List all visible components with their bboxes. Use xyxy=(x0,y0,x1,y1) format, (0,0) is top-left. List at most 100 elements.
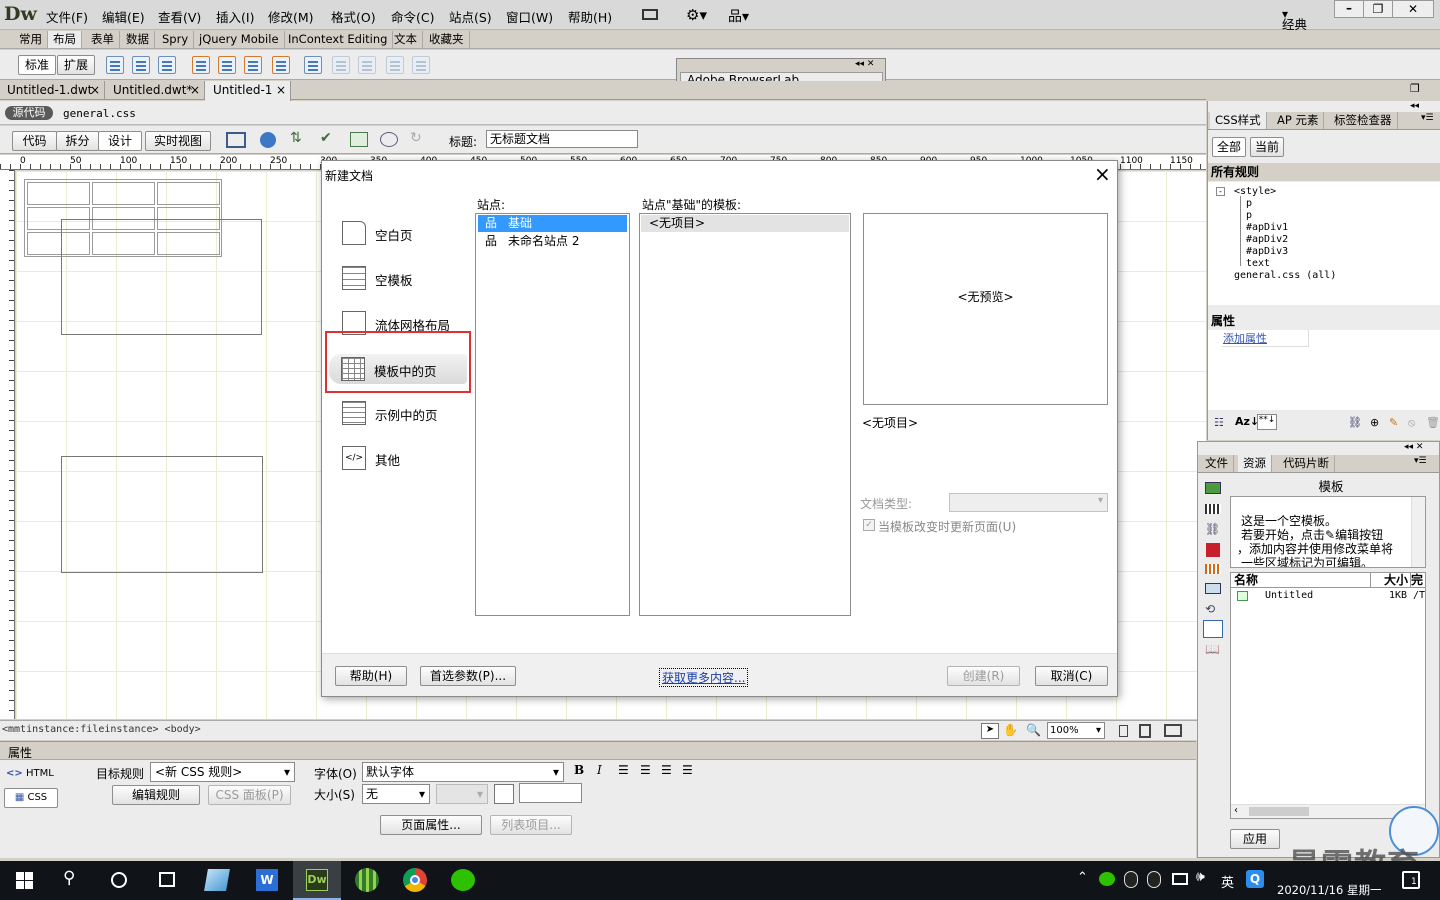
color-input[interactable] xyxy=(519,783,582,803)
help-button[interactable]: 帮助(H) xyxy=(335,666,407,686)
rule-apdiv3[interactable]: #apDiv3 xyxy=(1246,246,1288,258)
menu-view[interactable]: 查看(V) xyxy=(158,7,201,26)
new-css-rule-icon[interactable]: ⊕ xyxy=(1370,416,1379,429)
table-cell[interactable] xyxy=(92,182,155,205)
close-window-button[interactable]: ✕ xyxy=(1392,0,1434,18)
show-category-icon[interactable]: ☷ xyxy=(1214,416,1224,429)
tablet-size-icon[interactable] xyxy=(1139,724,1151,738)
menu-file[interactable]: 文件(F) xyxy=(46,7,88,26)
file-management-icon[interactable]: ⇅ xyxy=(290,130,302,146)
taskbar-app-chrome[interactable] xyxy=(403,868,427,892)
tab-files[interactable]: 文件 xyxy=(1200,455,1234,472)
css-mode-button[interactable]: ▦ CSS xyxy=(4,788,58,808)
tree-expander[interactable]: - xyxy=(1216,187,1225,196)
insert-spry-tabbed-icon[interactable] xyxy=(218,56,236,74)
align-center-icon[interactable]: ☰ xyxy=(640,763,651,777)
hand-tool-icon[interactable]: ✋ xyxy=(1003,723,1018,737)
disable-rule-icon[interactable]: ⦸ xyxy=(1408,416,1415,430)
notification-icon[interactable]: 1 xyxy=(1402,871,1420,889)
panel-options-icon[interactable]: ▾☰ xyxy=(1414,456,1427,466)
menu-site[interactable]: 站点(S) xyxy=(449,7,492,26)
menu-modify[interactable]: 修改(M) xyxy=(268,7,314,26)
add-property-link[interactable]: 添加属性 xyxy=(1222,330,1309,347)
taskbar-date[interactable]: 2020/11/16 星期一 xyxy=(1277,882,1381,898)
taskbar-app-wechat[interactable] xyxy=(451,869,475,891)
layout-icon[interactable] xyxy=(642,9,658,20)
insert-div-icon[interactable] xyxy=(106,56,124,74)
tag-selector[interactable]: <mmtinstance:fileinstance> <body> xyxy=(2,724,201,735)
expanded-mode-button[interactable]: 扩展 xyxy=(57,55,95,75)
sites-list[interactable]: 品基础 品未命名站点 2 xyxy=(475,213,630,616)
urls-asset-icon[interactable]: ⛓ xyxy=(1205,522,1220,536)
panel-collapse-icon[interactable]: ◂◂ xyxy=(1410,101,1419,111)
doc-tab-untitled-dwt[interactable]: Untitled.dwt* × xyxy=(105,81,205,100)
doc-tab-untitled-1[interactable]: Untitled-1 × xyxy=(205,81,291,101)
split-view-button[interactable]: 拆分 xyxy=(56,131,99,151)
tab-tag-inspector[interactable]: 标签检查器 xyxy=(1329,112,1398,129)
workspace-switcher[interactable]: 经典 ▾ xyxy=(1282,7,1307,32)
desktop-size-icon[interactable] xyxy=(1164,724,1182,737)
align-justify-icon[interactable]: ☰ xyxy=(682,763,693,777)
tab-assets[interactable]: 资源 xyxy=(1238,455,1272,472)
tab-incontext[interactable]: InContext Editing xyxy=(283,31,394,48)
minimize-button[interactable]: – xyxy=(1334,0,1364,18)
menu-window[interactable]: 窗口(W) xyxy=(506,7,553,26)
close-icon[interactable]: × xyxy=(190,81,200,99)
tray-volume-icon[interactable]: 🕪 xyxy=(1196,869,1205,885)
rule-p[interactable]: p xyxy=(1246,198,1252,210)
taskbar-app-dreamweaver[interactable]: Dw xyxy=(293,861,341,900)
taskbar-app-melon[interactable] xyxy=(355,868,379,892)
taskbar-app-word[interactable]: W xyxy=(256,869,278,891)
menu-commands[interactable]: 命令(C) xyxy=(391,7,434,26)
taskbar-app-notepad[interactable] xyxy=(204,869,230,891)
standard-mode-button[interactable]: 标准 xyxy=(18,55,56,75)
update-pages-checkbox[interactable]: ✓ xyxy=(863,519,875,531)
attach-stylesheet-icon[interactable]: ⛓ xyxy=(1348,416,1362,429)
scroll-thumb[interactable] xyxy=(1249,807,1309,816)
rule-text[interactable]: text xyxy=(1246,258,1270,270)
movies-asset-icon[interactable] xyxy=(1205,583,1221,594)
multiscreen-icon[interactable] xyxy=(226,132,246,148)
tab-text[interactable]: 文本 xyxy=(389,31,423,48)
visual-aids-icon[interactable] xyxy=(380,132,398,147)
mobile-size-icon[interactable] xyxy=(1119,725,1128,737)
w3c-validation-icon[interactable]: ✔ xyxy=(320,130,332,146)
doc-tab-untitled-1-dwt[interactable]: Untitled-1.dwt × xyxy=(0,81,105,100)
tab-common[interactable]: 常用 xyxy=(14,31,48,48)
library-asset-icon[interactable]: 📖 xyxy=(1205,642,1220,656)
menu-insert[interactable]: 插入(I) xyxy=(216,7,254,26)
search-icon[interactable]: ⚲ xyxy=(63,868,75,888)
check-browser-icon[interactable] xyxy=(350,132,368,147)
panel-collapse-icon[interactable]: ◂◂ ✕ xyxy=(1404,442,1423,452)
tab-forms[interactable]: 表单 xyxy=(86,31,120,48)
tab-css-styles[interactable]: CSS样式 xyxy=(1210,112,1267,129)
insert-spry-menubar-icon[interactable] xyxy=(192,56,210,74)
tab-spry[interactable]: Spry xyxy=(157,31,195,48)
dialog-close-icon[interactable]: × xyxy=(1094,162,1111,186)
browserlab-collapse-icon[interactable]: ◂◂ ✕ xyxy=(855,59,874,69)
live-view-button[interactable]: 实时视图 xyxy=(145,131,211,151)
size-select[interactable]: 无 ▾ xyxy=(362,784,430,804)
table-cell[interactable] xyxy=(27,182,90,205)
templates-asset-icon[interactable] xyxy=(1203,620,1223,638)
menu-help[interactable]: 帮助(H) xyxy=(568,7,612,26)
templates-list[interactable]: <无项目> xyxy=(639,213,851,616)
colors-asset-icon[interactable] xyxy=(1205,504,1221,514)
asset-row-untitled[interactable]: Untitled 1KB /T xyxy=(1231,589,1425,603)
rule-apdiv2[interactable]: #apDiv2 xyxy=(1246,234,1288,246)
tab-ap-elements[interactable]: AP 元素 xyxy=(1272,112,1325,129)
source-code-button[interactable]: 源代码 xyxy=(5,106,53,120)
table-cell[interactable] xyxy=(157,182,220,205)
menu-format[interactable]: 格式(O) xyxy=(331,7,376,26)
align-left-icon[interactable]: ☰ xyxy=(618,763,629,777)
tab-layout[interactable]: 布局 xyxy=(48,31,82,48)
scripts-asset-icon[interactable]: ⟲ xyxy=(1205,602,1215,616)
scroll-left-icon[interactable]: ‹ xyxy=(1234,805,1238,816)
tray-qq-icon[interactable] xyxy=(1124,871,1138,888)
title-input[interactable]: 无标题文档 xyxy=(486,130,638,148)
menu-edit[interactable]: 编辑(E) xyxy=(102,7,145,26)
rule-p[interactable]: p xyxy=(1246,210,1252,222)
related-file-general-css[interactable]: general.css xyxy=(63,107,136,120)
column-header-path[interactable]: 完 xyxy=(1411,573,1425,588)
font-select[interactable]: 默认字体 ▾ xyxy=(362,762,564,782)
